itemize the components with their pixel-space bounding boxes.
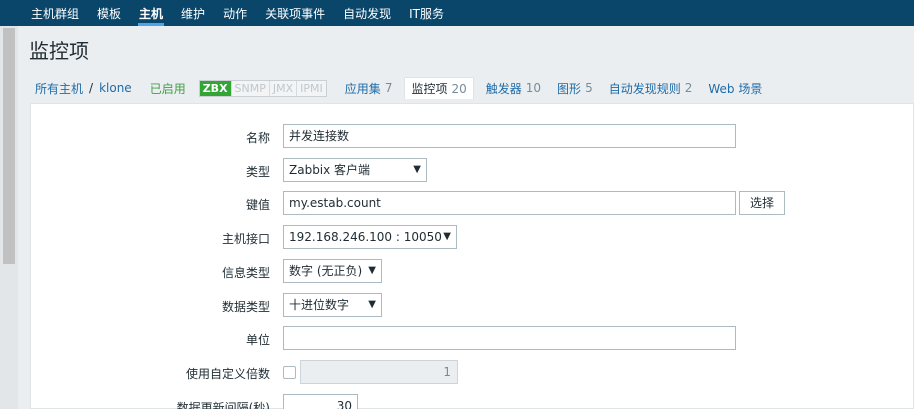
tab-discovery-count: 2 — [684, 81, 693, 95]
tab-triggers-count: 10 — [525, 81, 542, 95]
key-input[interactable]: my.estab.count — [283, 191, 736, 215]
name-label: 名称 — [245, 131, 270, 145]
data-type-label: 数据类型 — [221, 300, 270, 314]
tab-graphs-count: 5 — [585, 81, 593, 95]
breadcrumb-host[interactable]: klone — [93, 81, 132, 95]
data-type-select-value: 十进位数字 — [289, 298, 350, 312]
tab-applications-label: 应用集 — [344, 81, 381, 96]
multiplier-label: 使用自定义倍数 — [185, 367, 270, 381]
nav-maintenance[interactable]: 维护 — [172, 0, 214, 26]
tab-graphs[interactable]: 图形 5 — [551, 77, 599, 99]
tab-triggers-label: 触发器 — [485, 81, 522, 96]
breadcrumb-all-hosts[interactable]: 所有主机 — [20, 80, 83, 97]
ipmi-badge: IPMI — [296, 80, 326, 96]
snmp-badge: SNMP — [230, 80, 269, 96]
tab-web-label: Web 场景 — [708, 81, 763, 96]
nav-event-correlation[interactable]: 关联项事件 — [256, 0, 334, 26]
form-row-data-type: 数据类型 十进位数字 ▼ — [31, 293, 913, 317]
tab-applications-count: 7 — [384, 81, 393, 95]
multiplier-checkbox[interactable] — [283, 365, 296, 379]
interval-label: 数据更新间隔(秒) — [176, 401, 270, 409]
type-select-value: Zabbix 客户端 — [289, 163, 371, 177]
data-type-select[interactable]: 十进位数字 ▼ — [283, 293, 382, 317]
info-type-select[interactable]: 数字 (无正负) ▼ — [283, 259, 382, 283]
select-key-button[interactable]: 选择 — [739, 191, 786, 215]
info-type-label: 信息类型 — [221, 266, 270, 280]
scrollbar-thumb[interactable] — [3, 28, 15, 264]
nav-templates[interactable]: 模板 — [88, 0, 130, 26]
jmx-badge: JMX — [268, 80, 297, 96]
nav-host-groups[interactable]: 主机群组 — [22, 0, 88, 26]
host-tabs: 所有主机 / klone 已启用 ZBX SNMP JMX IPMI 应用集 7 … — [20, 76, 768, 100]
item-form-panel: 名称 并发连接数 类型 Zabbix 客户端 ▼ 键值 my.estab.cou… — [30, 103, 914, 409]
form-row-units: 单位 — [31, 326, 913, 350]
top-navigation: 主机群组 模板 主机 维护 动作 关联项事件 自动发现 IT服务 — [0, 0, 914, 26]
type-label: 类型 — [245, 165, 270, 179]
tab-items-count: 20 — [451, 81, 467, 96]
form-row-key: 键值 my.estab.count 选择 — [31, 191, 913, 215]
form-row-type: 类型 Zabbix 客户端 ▼ — [31, 158, 913, 182]
host-status-enabled[interactable]: 已启用 — [132, 80, 186, 97]
interval-input[interactable]: 30 — [283, 394, 358, 409]
page-title: 监控项 — [29, 39, 89, 63]
tab-web-scenarios[interactable]: Web 场景 — [702, 77, 768, 99]
tab-discovery-label: 自动发现规则 — [608, 81, 681, 96]
zbx-badge: ZBX — [199, 80, 231, 96]
nav-actions[interactable]: 动作 — [214, 0, 256, 26]
chevron-down-icon: ▼ — [368, 265, 376, 276]
key-label: 键值 — [245, 198, 270, 212]
units-input[interactable] — [283, 326, 736, 350]
form-row-interval: 数据更新间隔(秒) 30 — [31, 394, 913, 409]
nav-discovery[interactable]: 自动发现 — [334, 0, 400, 26]
tab-items-label: 监控项 — [411, 82, 448, 96]
interface-label: 主机接口 — [221, 232, 270, 246]
tab-graphs-label: 图形 — [557, 81, 582, 96]
multiplier-input: 1 — [300, 360, 458, 384]
form-row-multiplier: 使用自定义倍数 1 — [31, 360, 913, 384]
interface-select-value: 192.168.246.100 : 10050 — [289, 230, 442, 244]
type-select[interactable]: Zabbix 客户端 ▼ — [283, 158, 427, 182]
main-content: 监控项 名称 并发连接数 类型 Zabbix 客户端 ▼ 键值 my.estab… — [20, 26, 914, 409]
chevron-down-icon: ▼ — [368, 299, 376, 310]
tab-items[interactable]: 监控项 20 — [404, 77, 474, 99]
availability-badges: ZBX SNMP JMX IPMI — [198, 79, 327, 97]
nav-it-services[interactable]: IT服务 — [400, 0, 453, 26]
breadcrumb-separator: / — [89, 81, 94, 95]
tab-applications[interactable]: 应用集 7 — [339, 77, 399, 99]
chevron-down-icon: ▼ — [443, 231, 451, 242]
chevron-down-icon: ▼ — [413, 164, 421, 175]
name-input[interactable]: 并发连接数 — [283, 124, 736, 148]
tab-discovery-rules[interactable]: 自动发现规则 2 — [603, 77, 699, 99]
page-scrollbar[interactable] — [0, 26, 18, 409]
form-row-name: 名称 并发连接数 — [31, 124, 913, 148]
interface-select[interactable]: 192.168.246.100 : 10050 ▼ — [283, 225, 457, 249]
units-label: 单位 — [245, 333, 270, 347]
form-row-interface: 主机接口 192.168.246.100 : 10050 ▼ — [31, 225, 913, 249]
nav-hosts[interactable]: 主机 — [130, 0, 172, 26]
info-type-select-value: 数字 (无正负) — [289, 264, 363, 278]
form-row-info-type: 信息类型 数字 (无正负) ▼ — [31, 259, 913, 283]
tab-triggers[interactable]: 触发器 10 — [480, 77, 547, 99]
